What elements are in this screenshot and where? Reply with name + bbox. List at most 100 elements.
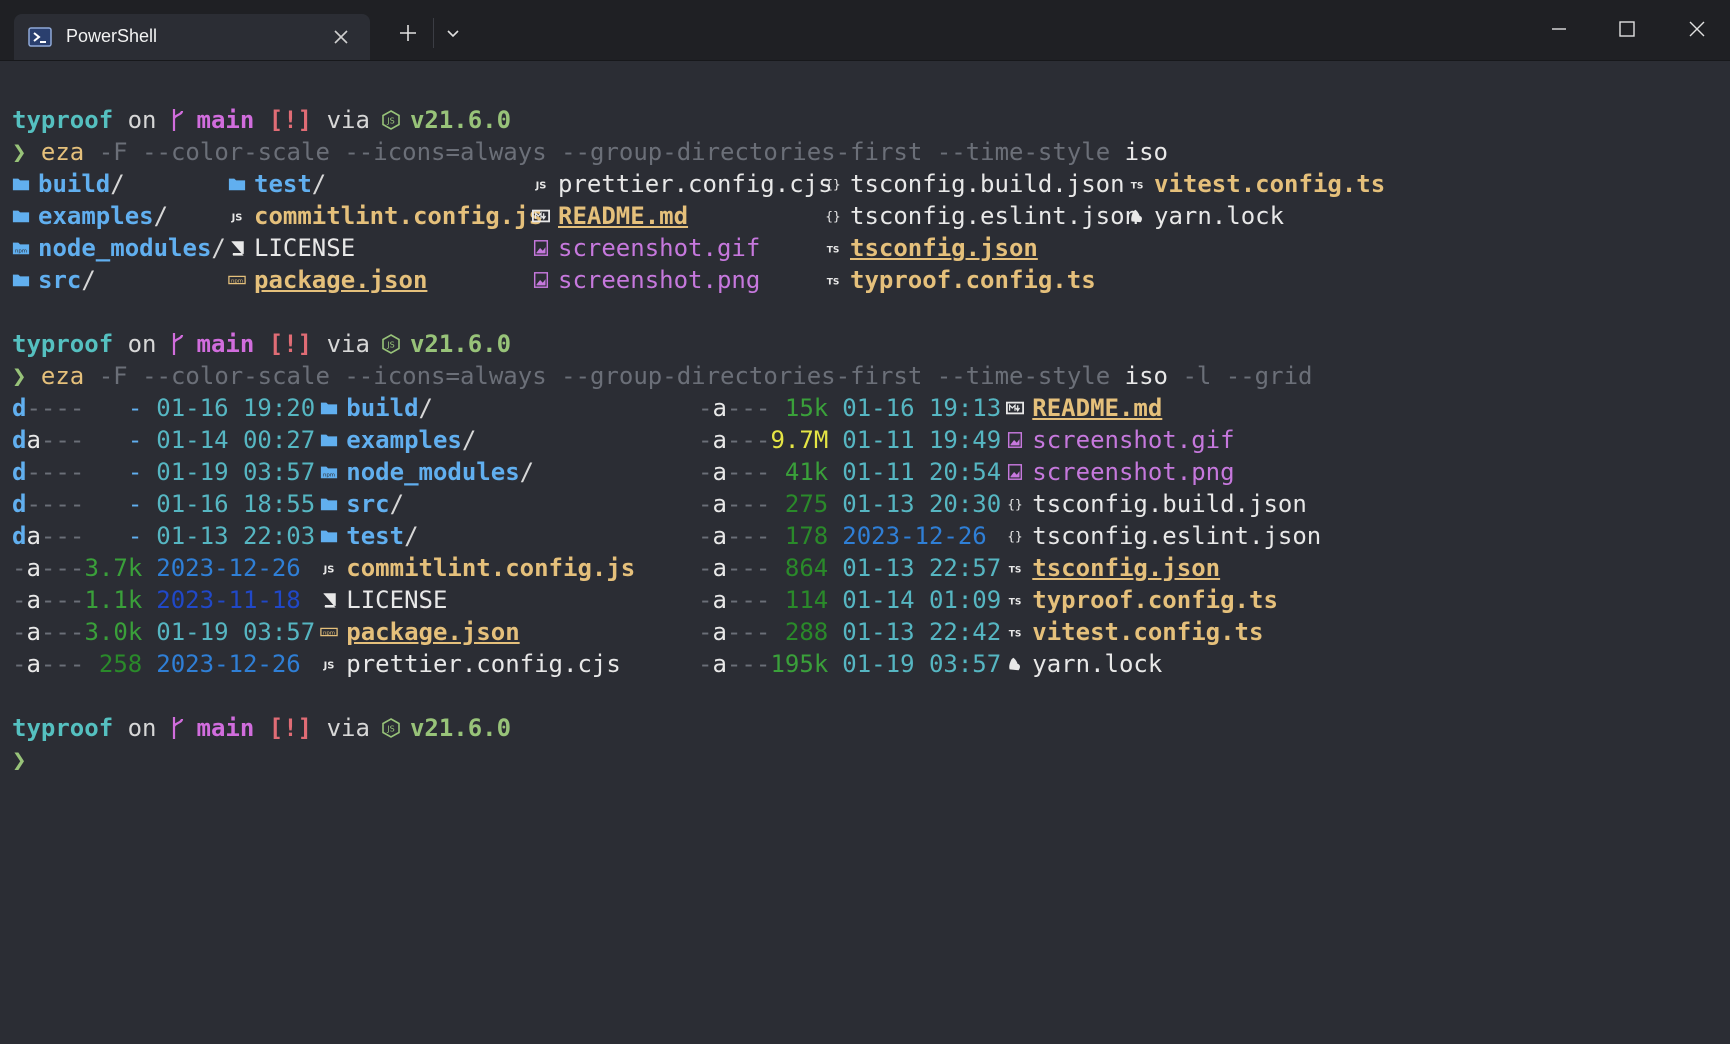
prompt-branch: main (196, 330, 255, 358)
permissions: -a--- (12, 586, 85, 614)
long-row: d---- -01-19 03:57 npm node_modules / (12, 456, 534, 488)
file-name: prettier.config.cjs (346, 650, 621, 678)
dir-slash: / (461, 426, 477, 454)
grid-entry: examples / (12, 200, 168, 232)
prompt-node-version: v21.6.0 (409, 106, 512, 134)
npm-icon: npm (320, 627, 338, 637)
permissions: -a--- (698, 618, 771, 646)
long-row: -a--- 288 01-13 22:42 TS vitest.config.ts (698, 616, 1263, 648)
javascript-icon: JS (231, 213, 243, 224)
command-arg-iso: iso (1124, 362, 1168, 390)
file-name: test (254, 170, 312, 198)
file-name: package.json (346, 618, 520, 646)
file-size: - (127, 426, 143, 454)
grid-entry: screenshot.png (532, 264, 760, 296)
dir-slash: / (211, 234, 226, 262)
long-row: -a--- 15k 01-16 19:13 README.md (698, 392, 1162, 424)
new-tab-icon[interactable] (397, 22, 419, 44)
file-name: src (346, 490, 390, 518)
titlebar-separator (433, 18, 434, 48)
folder-icon (321, 434, 338, 447)
dir-slash: / (311, 170, 327, 198)
folder-icon (12, 210, 30, 223)
prompt-on: on (127, 330, 157, 358)
file-size: 9.7M (770, 426, 829, 454)
dir-slash: / (81, 266, 96, 294)
svg-text:JS: JS (535, 181, 547, 192)
command-line-2: ❯ eza -F --color-scale --icons=always --… (12, 360, 1730, 392)
file-name: tsconfig.build.json (1032, 490, 1307, 518)
typescript-icon: TS (827, 278, 840, 288)
file-date: 01-14 01:09 (842, 586, 1002, 614)
typescript-icon: TS (1131, 182, 1144, 192)
permissions: -a--- (12, 618, 85, 646)
markdown-icon (532, 209, 550, 223)
powershell-icon (28, 27, 52, 47)
image-icon (1008, 464, 1023, 480)
file-name: node_modules (346, 458, 520, 486)
chevron-down-icon[interactable] (442, 22, 464, 44)
braces-icon: {} (825, 177, 840, 192)
tab-powershell[interactable]: PowerShell (14, 14, 370, 60)
folder-icon (12, 178, 30, 191)
image-icon (533, 240, 549, 256)
maximize-icon[interactable] (1614, 16, 1640, 42)
file-name: node_modules (38, 234, 212, 262)
dir-slash: / (110, 170, 125, 198)
file-date: 01-13 22:57 (842, 554, 1002, 582)
svg-text:npm: npm (15, 249, 27, 255)
svg-text:TS: TS (1009, 598, 1022, 608)
file-name: src (38, 266, 82, 294)
svg-text:{}: {} (825, 209, 840, 224)
terminal-output[interactable]: typroof on main [!] via JS v21.6.0 ❯ eza… (12, 104, 1730, 776)
file-name: screenshot.png (558, 266, 761, 294)
command-line-3[interactable]: ❯ (12, 744, 1730, 776)
minimize-icon[interactable] (1546, 16, 1572, 42)
command-name: eza (40, 138, 85, 166)
long-row: -a--- 195k 01-19 03:57 yarn.lock (698, 648, 1162, 680)
git-branch-icon (172, 333, 183, 355)
prompt-node-version: v21.6.0 (409, 330, 512, 358)
file-date: 01-11 20:54 (842, 458, 1002, 486)
grid-entry: TS typroof.config.ts (824, 264, 1096, 296)
book-icon (231, 241, 244, 256)
file-name: tsconfig.eslint.json (850, 202, 1139, 230)
braces-icon: {} (1008, 529, 1023, 544)
file-size: 41k (784, 458, 829, 486)
svg-text:npm: npm (323, 473, 335, 479)
permissions: -a--- (698, 458, 771, 486)
file-name: yarn.lock (1032, 650, 1163, 678)
dir-slash: / (404, 522, 419, 550)
file-name: tsconfig.json (850, 234, 1038, 262)
git-branch-icon (172, 717, 183, 739)
nodejs-icon: JS (382, 110, 400, 130)
long-row: -a--- 275 01-13 20:30 {} tsconfig.build.json (698, 488, 1307, 520)
tab-title: PowerShell (66, 26, 158, 46)
long-row: -a--- 3.7k 2023-12-26 JS commitlint.config.j… (12, 552, 635, 584)
svg-text:JS: JS (386, 725, 394, 734)
close-icon[interactable] (1684, 16, 1710, 42)
file-size: 15k (784, 394, 829, 422)
prompt-line: typroof on main [!] via JS v21.6.0 (12, 328, 1730, 360)
file-size: - (127, 522, 143, 550)
file-size: 178 (784, 522, 829, 550)
git-branch-icon (172, 109, 183, 131)
prompt-on: on (127, 106, 157, 134)
file-name: examples (346, 426, 462, 454)
yarn-icon (1009, 657, 1021, 671)
grid-entry: build / (12, 168, 125, 200)
prompt-status: [!] (268, 106, 313, 134)
file-date: 01-16 19:13 (842, 394, 1002, 422)
file-name: package.json (254, 266, 428, 294)
file-name: typroof.config.ts (850, 266, 1096, 294)
prompt-dir: typroof (12, 330, 114, 358)
folder-icon (321, 402, 338, 415)
permissions: -a--- (12, 554, 85, 582)
prompt-branch: main (196, 714, 255, 742)
tab-close-icon[interactable] (330, 26, 352, 48)
file-size: 275 (784, 490, 829, 518)
svg-text:{}: {} (825, 177, 840, 192)
folder-icon (12, 274, 30, 287)
file-date: 2023-12-26 (842, 522, 987, 550)
svg-text:{}: {} (1008, 497, 1023, 512)
